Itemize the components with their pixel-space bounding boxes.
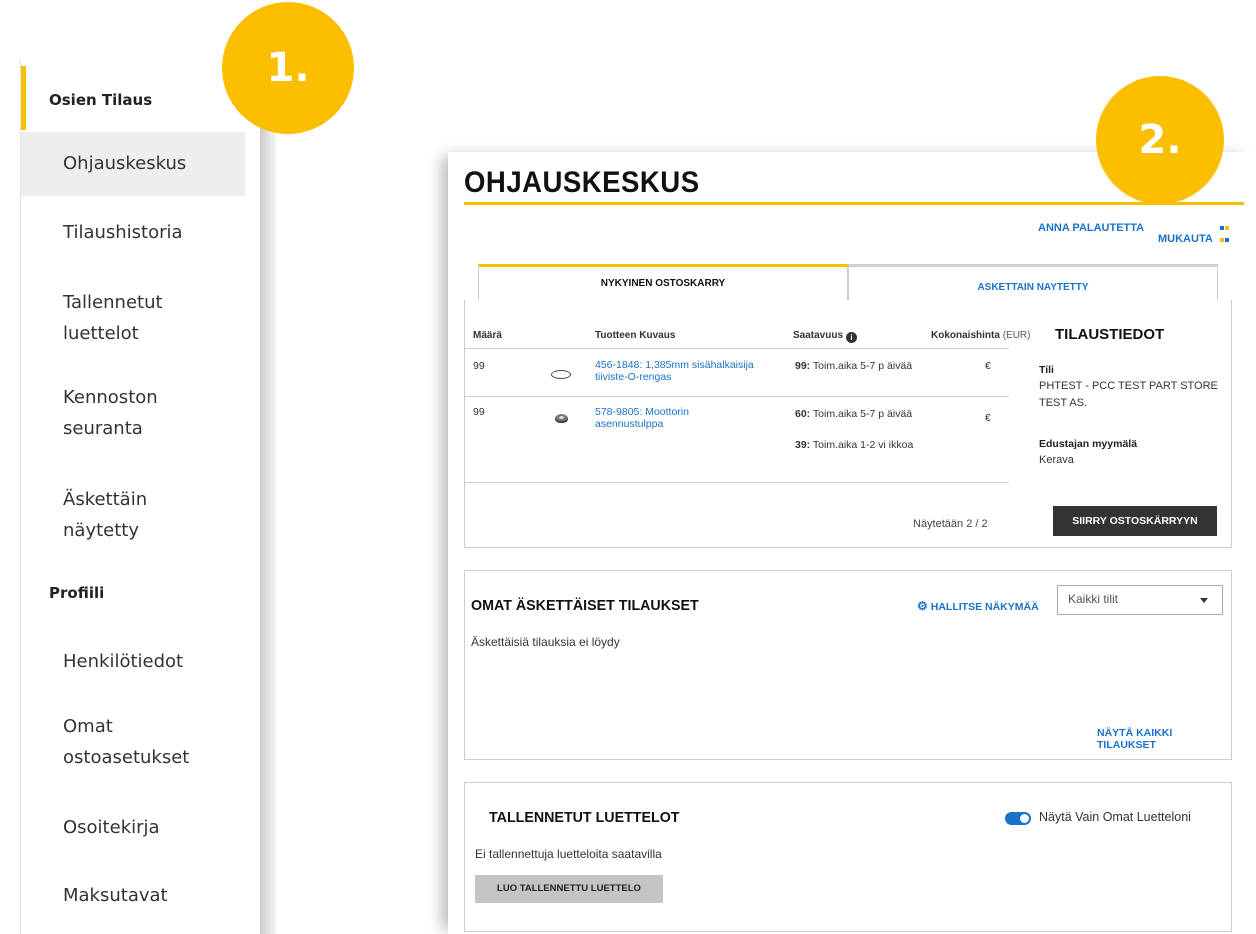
store-value: Kerava — [1039, 454, 1074, 466]
account-filter-select[interactable]: Kaikki tilit — [1057, 585, 1223, 615]
sidebar-item-order-history[interactable]: Tilaushistoria — [21, 217, 245, 248]
sidebar-section-profile: Profiili — [49, 584, 105, 602]
view-all-orders-link[interactable]: NÄYTÄ KAIKKI TILAUKSET — [1097, 727, 1231, 751]
plug-product-icon — [555, 414, 568, 423]
row-1-qty: 99 — [473, 360, 485, 372]
table-divider — [465, 482, 1009, 483]
gear-icon: ⚙ — [917, 599, 928, 613]
table-divider — [465, 396, 1009, 397]
create-saved-list-button[interactable]: LUO TALLENNETTU LUETTELO — [475, 875, 663, 903]
row-1-stock-count: 99: — [795, 360, 811, 372]
title-underline — [464, 202, 1244, 205]
account-filter-value: Kaikki tilit — [1068, 592, 1119, 606]
row-2-price: € — [985, 412, 991, 424]
sidebar-item-address-book[interactable]: Osoitekirja — [21, 812, 245, 843]
tab-recently-viewed[interactable]: ASKETTAIN NAYTETTY — [848, 264, 1218, 302]
availability-label: Saatavuus — [793, 330, 844, 341]
tab-current-cart[interactable]: NYKYINEN OSTOSKARRY — [478, 264, 848, 302]
sidebar-item-saved-lists[interactable]: Tallennetut luettelot — [21, 287, 221, 349]
sidebar-item-personal-info[interactable]: Henkilötiedot — [21, 646, 245, 677]
customize-link[interactable]: MUKAUTA — [1158, 222, 1230, 246]
account-sidebar: Osien Tilaus Ohjauskeskus Tilaushistoria… — [20, 60, 260, 934]
row-1-lead-time: Toim.aika 5-7 p äivää — [812, 360, 913, 372]
no-lists-message: Ei tallennettuja luetteloita saatavilla — [475, 847, 662, 861]
row-2-stock-count-2: 39: — [795, 439, 811, 451]
order-info-title: TILAUSTIEDOT — [1055, 326, 1165, 343]
row-2-lead-time-2: Toim.aika 1-2 vi ikkoa — [812, 439, 914, 451]
go-to-cart-button[interactable]: SIIRRY OSTOSKÄRRYYN — [1053, 506, 1217, 536]
row-1-availability: 99: Toim.aika 5-7 p äivää — [795, 360, 915, 372]
row-1-price: € — [985, 360, 991, 372]
row-2-availability: 60: Toim.aika 5-7 p äivää — [795, 408, 915, 420]
sidebar-item-recently-viewed[interactable]: Äskettäin näytetty — [21, 484, 221, 546]
column-header-availability: Saatavuus i — [793, 330, 858, 343]
my-lists-only-label: Näytä Vain Omat Luetteloni — [1039, 810, 1191, 824]
manage-view-link[interactable]: ⚙ HALLITSE NÄKYMÄÄ — [917, 599, 1039, 613]
row-2-qty: 99 — [473, 406, 485, 418]
layout-grid-icon — [1220, 222, 1230, 246]
sidebar-item-dashboard[interactable]: Ohjauskeskus — [21, 148, 245, 179]
showing-count: Näytetään 2 / 2 — [913, 518, 988, 530]
column-header-total: Kokonaishinta (EUR) — [931, 330, 1030, 341]
row-2-lead-time: Toim.aika 5-7 p äivää — [812, 408, 913, 420]
row-2-stock-count: 60: — [795, 408, 811, 420]
recent-orders-title: OMAT ÄSKETTÄISET TILAUKSET — [471, 597, 699, 614]
o-ring-product-icon — [551, 370, 571, 379]
dashboard-panel: OHJAUSKESKUS ANNA PALAUTETTA MUKAUTA NYK… — [448, 152, 1256, 934]
sidebar-item-payment-methods[interactable]: Maksutavat — [21, 880, 245, 911]
chevron-down-icon — [1200, 598, 1208, 603]
column-header-description: Tuotteen Kuvaus — [595, 330, 676, 341]
step-badge-1: 1. — [222, 2, 354, 134]
store-label: Edustajan myymälä — [1039, 438, 1138, 450]
account-value: PHTEST - PCC TEST PART STORE TEST AS. — [1039, 380, 1218, 409]
manage-view-label: HALLITSE NÄKYMÄÄ — [930, 601, 1039, 613]
current-cart-section: Määrä Tuotteen Kuvaus Saatavuus i Kokonai… — [464, 300, 1232, 548]
row-2-availability-2: 39: Toim.aika 1-2 vi ikkoa — [795, 439, 915, 451]
step-badge-2: 2. — [1096, 76, 1224, 204]
no-orders-message: Äskettäisiä tilauksia ei löydy — [471, 635, 620, 649]
sidebar-item-purchase-settings[interactable]: Omat ostoasetukset — [21, 711, 221, 773]
row-1-product-link[interactable]: 456-1848: 1,385mm sisähalkaisija tiivist… — [595, 359, 785, 383]
page-title: OHJAUSKESKUS — [464, 166, 700, 199]
total-label: Kokonaishinta — [931, 330, 1000, 341]
saved-lists-title: TALLENNETUT LUETTELOT — [489, 809, 680, 826]
info-icon[interactable]: i — [846, 332, 858, 343]
table-divider — [465, 348, 1009, 349]
customize-label: MUKAUTA — [1158, 233, 1213, 245]
my-lists-only-toggle[interactable] — [1005, 812, 1031, 825]
column-header-qty: Määrä — [473, 330, 502, 341]
saved-lists-section: TALLENNETUT LUETTELOT Näytä Vain Omat Lu… — [464, 782, 1232, 932]
row-2-product-link[interactable]: 578-9805: Moottorin asennustulppa — [595, 406, 745, 430]
account-label: Tili — [1039, 364, 1054, 376]
recent-orders-section: OMAT ÄSKETTÄISET TILAUKSET ⚙ HALLITSE NÄK… — [464, 570, 1232, 760]
sidebar-item-fleet-tracking[interactable]: Kennoston seuranta — [21, 382, 221, 444]
currency-label: (EUR) — [1002, 330, 1031, 341]
sidebar-section-order-parts: Osien Tilaus — [49, 91, 153, 109]
feedback-link[interactable]: ANNA PALAUTETTA — [1038, 222, 1144, 234]
